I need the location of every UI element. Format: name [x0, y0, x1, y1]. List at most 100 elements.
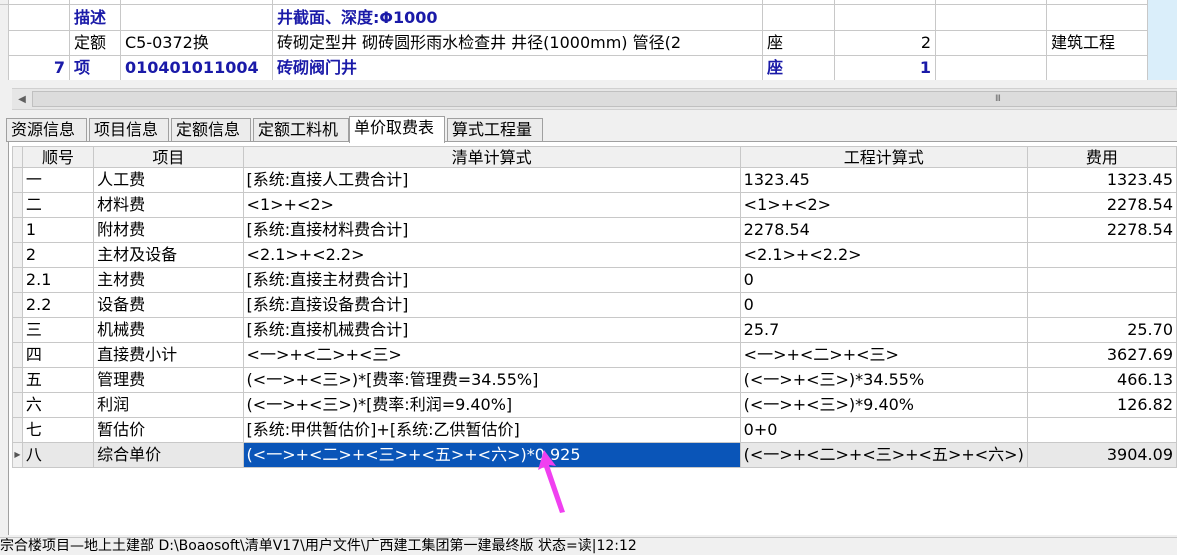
table-row[interactable]: 七 暂估价 [系统:甲供暂估价]+[系统:乙供暂估价] 0+0 [12, 417, 1177, 443]
cell-fee[interactable]: 126.82 [1026, 392, 1177, 418]
cell-calc[interactable]: <1>+<2> [739, 192, 1028, 218]
table-row[interactable]: 五 管理费 (<一>+<三>)*[费率:管理费=34.55%] (<一>+<三>… [12, 367, 1177, 393]
table-row[interactable]: 三 机械费 [系统:直接机械费合计] 25.7 25.70 [12, 317, 1177, 343]
cell-seq[interactable]: 2 [21, 242, 95, 268]
cell-item[interactable]: 人工费 [93, 167, 244, 193]
cell-fee[interactable]: 1323.45 [1026, 167, 1177, 193]
cell-fee[interactable] [1026, 417, 1177, 443]
cell-calc[interactable]: 1323.45 [739, 167, 1028, 193]
cell-seq[interactable] [8, 5, 70, 31]
header-item[interactable]: 项目 [93, 146, 244, 168]
cell-item[interactable]: 主材费 [93, 267, 244, 293]
header-formula[interactable]: 清单计算式 [242, 146, 741, 168]
cell-seq[interactable]: 八 [21, 442, 95, 468]
cell-seq[interactable]: 四 [21, 342, 95, 368]
cell-formula[interactable]: (<一>+<三>)*[费率:管理费=34.55%] [242, 367, 741, 393]
cell-calc[interactable]: 0 [739, 267, 1028, 293]
cell-code[interactable]: C5-0372换 [121, 30, 273, 56]
table-row[interactable]: 六 利润 (<一>+<三>)*[费率:利润=9.40%] (<一>+<三>)*9… [12, 392, 1177, 418]
cell-quantity[interactable]: 1 [835, 55, 936, 80]
cell-item[interactable]: 设备费 [93, 292, 244, 318]
cell-type[interactable]: 描述 [70, 5, 121, 31]
scroll-thumb[interactable]: III [32, 91, 1177, 107]
cell-seq[interactable]: 二 [21, 192, 95, 218]
scroll-left-icon[interactable]: ◀ [12, 89, 32, 109]
cell-formula[interactable]: [系统:甲供暂估价]+[系统:乙供暂估价] [242, 417, 741, 443]
cell-calc[interactable]: <2.1>+<2.2> [739, 242, 1028, 268]
cell-extra[interactable] [936, 55, 1047, 80]
cell-calc[interactable]: 2278.54 [739, 217, 1028, 243]
cell-quantity[interactable] [835, 5, 936, 31]
table-row[interactable]: 2.2 设备费 [系统:直接设备费合计] 0 [12, 292, 1177, 318]
cell-category[interactable] [1047, 55, 1148, 80]
cell-unit[interactable]: 座 [763, 55, 835, 80]
cell-category[interactable] [1047, 5, 1148, 31]
table-row[interactable]: 四 直接费小计 <一>+<二>+<三> <一>+<二>+<三> 3627.69 [12, 342, 1177, 368]
header-fee[interactable]: 费用 [1026, 146, 1177, 168]
tab-unit-price-fees[interactable]: 单价取费表 [349, 116, 445, 143]
cell-fee[interactable]: 2278.54 [1026, 217, 1177, 243]
cell-name[interactable]: 井截面、深度:Φ1000 [273, 5, 763, 31]
table-row[interactable]: 2 主材及设备 <2.1>+<2.2> <2.1>+<2.2> [12, 242, 1177, 268]
cell-formula[interactable]: [系统:直接材料费合计] [242, 217, 741, 243]
cell-formula-editing[interactable]: (<一>+<二>+<三>+<五>+<六>)*0.925 [242, 442, 741, 468]
cell-item[interactable]: 材料费 [93, 192, 244, 218]
cell-seq[interactable]: 五 [21, 367, 95, 393]
cell-fee[interactable] [1026, 242, 1177, 268]
tab-quota-materials[interactable]: 定额工料机 [253, 118, 349, 142]
cell-calc[interactable]: (<一>+<三>)*9.40% [739, 392, 1028, 418]
cell-unit[interactable] [763, 5, 835, 31]
cell-seq[interactable]: 7 [8, 55, 70, 80]
cell-item[interactable]: 附材费 [93, 217, 244, 243]
cell-code[interactable]: 010401011004 [121, 55, 273, 80]
cell-extra[interactable] [936, 30, 1047, 56]
cell-formula[interactable]: <一>+<二>+<三> [242, 342, 741, 368]
cell-calc[interactable]: 0+0 [739, 417, 1028, 443]
cell-type[interactable]: 项 [70, 55, 121, 80]
grid-row-description[interactable]: 描述 井截面、深度:Φ1000 [0, 5, 1148, 31]
cell-calc[interactable]: (<一>+<三>)*34.55% [739, 367, 1028, 393]
cell-unit[interactable]: 座 [763, 30, 835, 56]
cell-seq[interactable]: 七 [21, 417, 95, 443]
cell-code[interactable] [121, 5, 273, 31]
cell-category[interactable]: 建筑工程 [1047, 30, 1148, 56]
tab-formula-quantity[interactable]: 算式工程量 [447, 118, 543, 142]
cell-fee[interactable] [1026, 292, 1177, 318]
cell-fee[interactable] [1026, 267, 1177, 293]
cell-fee[interactable]: 25.70 [1026, 317, 1177, 343]
cell-formula[interactable]: (<一>+<三>)*[费率:利润=9.40%] [242, 392, 741, 418]
cell-item[interactable]: 管理费 [93, 367, 244, 393]
cell-fee[interactable]: 466.13 [1026, 367, 1177, 393]
cell-item[interactable]: 利润 [93, 392, 244, 418]
cell-formula[interactable]: [系统:直接机械费合计] [242, 317, 741, 343]
cell-calc[interactable]: <一>+<二>+<三> [739, 342, 1028, 368]
cell-fee[interactable]: 3904.09 [1026, 442, 1177, 468]
cell-formula[interactable]: [系统:直接设备费合计] [242, 292, 741, 318]
cell-formula[interactable]: [系统:直接人工费合计] [242, 167, 741, 193]
cell-item[interactable]: 主材及设备 [93, 242, 244, 268]
cell-seq[interactable]: 三 [21, 317, 95, 343]
cell-name[interactable]: 砖砌阀门井 [273, 55, 763, 80]
cell-fee[interactable]: 2278.54 [1026, 192, 1177, 218]
cell-formula[interactable]: <2.1>+<2.2> [242, 242, 741, 268]
cell-type[interactable]: 定额 [70, 30, 121, 56]
table-row[interactable]: 二 材料费 <1>+<2> <1>+<2> 2278.54 [12, 192, 1177, 218]
cell-seq[interactable]: 六 [21, 392, 95, 418]
table-row[interactable]: 2.1 主材费 [系统:直接主材费合计] 0 [12, 267, 1177, 293]
table-row[interactable]: 1 附材费 [系统:直接材料费合计] 2278.54 2278.54 [12, 217, 1177, 243]
cell-fee[interactable]: 3627.69 [1026, 342, 1177, 368]
header-seq[interactable]: 顺号 [21, 146, 95, 168]
table-row[interactable]: 一 人工费 [系统:直接人工费合计] 1323.45 1323.45 [12, 167, 1177, 193]
horizontal-scrollbar[interactable]: ◀ III [12, 88, 1177, 110]
cell-seq[interactable] [8, 30, 70, 56]
tab-quota-info[interactable]: 定额信息 [171, 118, 251, 142]
tab-resource-info[interactable]: 资源信息 [6, 118, 87, 142]
cell-extra[interactable] [936, 5, 1047, 31]
tab-project-info[interactable]: 项目信息 [89, 118, 169, 142]
cell-calc[interactable]: 0 [739, 292, 1028, 318]
grid-row-quota[interactable]: 定额 C5-0372换 砖砌定型井 砌砖圆形雨水检查井 井径(1000mm) 管… [0, 30, 1148, 56]
header-calc[interactable]: 工程计算式 [739, 146, 1028, 168]
cell-seq[interactable]: 一 [21, 167, 95, 193]
cell-item[interactable]: 机械费 [93, 317, 244, 343]
grid-row-item[interactable]: 7 项 010401011004 砖砌阀门井 座 1 [0, 55, 1148, 80]
